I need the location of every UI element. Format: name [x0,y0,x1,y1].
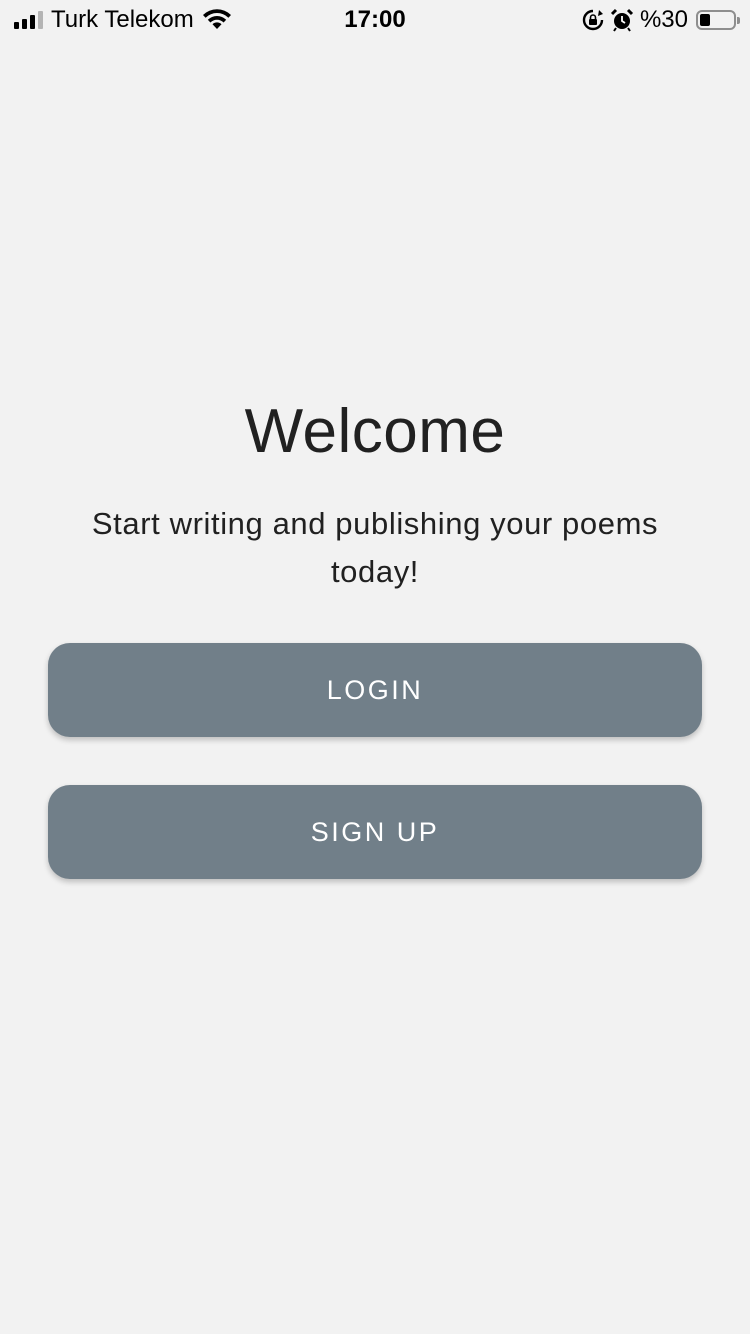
carrier-name: Turk Telekom [51,6,194,33]
status-bar-left: Turk Telekom [14,6,314,34]
signal-icon [14,11,43,29]
battery-level-fill [699,14,710,26]
login-button[interactable]: LOGIN [48,643,702,737]
sign-up-button-label: SIGN UP [310,816,440,847]
battery-icon [695,10,740,30]
battery-percent: %30 [639,6,688,33]
status-time: 17:00 [344,6,406,33]
welcome-screen: Turk Telekom 17:00 %30 Welcome Start wri… [0,0,750,1334]
sign-up-button[interactable]: SIGN UP [48,785,702,879]
login-button-label: LOGIN [326,674,424,705]
page-title: Welcome [244,397,506,466]
alarm-icon [610,8,633,32]
status-bar: Turk Telekom 17:00 %30 [0,0,750,40]
rotation-lock-icon [582,9,604,31]
status-bar-right: %30 [436,6,740,34]
wifi-icon [202,9,231,29]
welcome-subtitle: Start writing and publishing your poems … [91,506,659,589]
